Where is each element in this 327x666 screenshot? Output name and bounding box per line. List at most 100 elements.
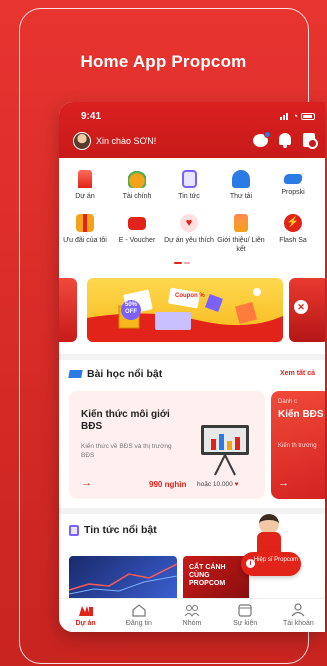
house-post-icon bbox=[131, 603, 147, 617]
signal-icon bbox=[279, 112, 290, 120]
promo-illustration bbox=[87, 287, 283, 342]
category-label: Ưu đãi của tôi bbox=[63, 237, 107, 244]
news-chart-image bbox=[69, 563, 177, 595]
course-card-next[interactable]: Dành c Kiến BĐS Kiến th trường → bbox=[271, 391, 325, 499]
calendar-icon bbox=[237, 603, 253, 617]
status-icons: ◔ bbox=[279, 111, 315, 121]
battery-icon bbox=[301, 112, 315, 120]
course-price: 990 nghìn bbox=[149, 480, 187, 489]
lessons-title-text: Bài học nổi bật bbox=[87, 368, 163, 380]
group-icon bbox=[184, 603, 200, 617]
category-du-an[interactable]: Dự án bbox=[59, 170, 111, 201]
bottom-tab-bar: Dự án Đăng tin Nhóm Sự kiện Tài khoản bbox=[59, 598, 325, 632]
banner-prev[interactable] bbox=[59, 278, 77, 342]
tab-label: Nhóm bbox=[182, 620, 202, 627]
category-label: Propski bbox=[281, 189, 305, 196]
phone-screen: 9:41 ◔ Xin chào SƠN! Dự án Tài chính Tin… bbox=[59, 102, 325, 632]
see-all-link[interactable]: Xem tất cả bbox=[280, 370, 315, 377]
tab-nhom[interactable]: Nhóm bbox=[165, 599, 218, 632]
money-bag-icon bbox=[128, 170, 146, 188]
side-card-title: Kiến BĐS bbox=[278, 409, 324, 420]
flash-sale-icon: ⚡ bbox=[284, 214, 302, 232]
coupon-label: Coupon % bbox=[175, 293, 205, 299]
lessons-section-title: Bài học nổi bật bbox=[68, 368, 163, 380]
graduation-cap-icon bbox=[283, 174, 303, 184]
avatar[interactable] bbox=[73, 132, 91, 150]
category-label: E - Voucher bbox=[118, 237, 156, 244]
category-label: Dự án yêu thích bbox=[164, 237, 214, 244]
tab-du-an[interactable]: Dự án bbox=[59, 599, 112, 632]
help-floating-button[interactable]: i Hiệp sĩ Propcom bbox=[241, 552, 301, 576]
building-icon bbox=[78, 170, 92, 188]
heart-icon: ♥ bbox=[180, 214, 198, 232]
category-pager[interactable] bbox=[174, 262, 190, 264]
course-alt-price: hoặc 10.000 ♥ bbox=[197, 481, 239, 488]
category-thu-tai[interactable]: Thư tải bbox=[215, 170, 267, 201]
arrow-right-icon[interactable]: → bbox=[81, 477, 92, 489]
greeting-text: Xin chào SƠN! bbox=[96, 136, 157, 146]
gift-icon bbox=[76, 214, 94, 232]
news-title-text: Tin tức nổi bật bbox=[84, 524, 157, 536]
tab-dang-tin[interactable]: Đăng tin bbox=[112, 599, 165, 632]
category-propski[interactable]: Propski bbox=[267, 170, 319, 201]
discount-badge: 50% OFF bbox=[124, 302, 137, 315]
news-card-2[interactable]: CẤT CÁNH CÙNG PROPCOM bbox=[183, 556, 249, 598]
tab-tai-khoan[interactable]: Tài khoản bbox=[272, 599, 325, 632]
section-divider bbox=[59, 508, 325, 514]
category-label: Flash Sa bbox=[279, 237, 307, 244]
category-label: Tài chính bbox=[122, 193, 152, 200]
chat-icon[interactable] bbox=[253, 131, 271, 148]
document-settings-icon[interactable] bbox=[301, 132, 318, 149]
presentation-board-icon bbox=[201, 425, 249, 476]
section-divider bbox=[59, 354, 325, 360]
side-card-description: Kiến th trường bbox=[278, 443, 317, 449]
close-circle-icon: ✕ bbox=[294, 300, 308, 314]
category-row-2: Ưu đãi của tôi E - Voucher ♥ Dự án yêu t… bbox=[59, 214, 319, 254]
header-actions bbox=[253, 131, 318, 149]
category-flash-sale[interactable]: ⚡ Flash Sa bbox=[267, 214, 319, 254]
news-card-1[interactable] bbox=[69, 556, 177, 598]
category-du-an-yeu-thich[interactable]: ♥ Dự án yêu thích bbox=[163, 214, 215, 254]
status-time: 9:41 bbox=[81, 111, 102, 122]
arrow-right-icon[interactable]: → bbox=[278, 477, 289, 489]
graduation-cap-icon bbox=[68, 370, 83, 378]
tab-label: Đăng tin bbox=[125, 620, 152, 627]
home-logo-icon bbox=[78, 603, 94, 617]
info-icon: i bbox=[246, 559, 255, 568]
news-section-title: Tin tức nổi bật bbox=[69, 524, 157, 536]
tab-label: Sự kiện bbox=[233, 620, 258, 627]
person-icon bbox=[290, 603, 306, 617]
help-label: Hiệp sĩ Propcom bbox=[253, 557, 299, 563]
promo-banner[interactable]: 50% OFF Coupon % bbox=[87, 278, 283, 342]
course-card[interactable]: Kiến thức môi giới BĐS Kiến thức về BĐS … bbox=[69, 391, 265, 499]
news-icon bbox=[69, 524, 79, 536]
frame-title: Home App Propcom bbox=[80, 52, 247, 71]
tab-label: Tài khoản bbox=[283, 620, 314, 627]
category-label: Dự án bbox=[75, 193, 95, 200]
category-tin-tuc[interactable]: Tin tức bbox=[163, 170, 215, 201]
category-label: Tin tức bbox=[178, 193, 200, 200]
tab-label: Dự án bbox=[75, 620, 96, 627]
bell-icon[interactable] bbox=[277, 132, 293, 148]
tab-su-kien[interactable]: Sự kiện bbox=[219, 599, 272, 632]
download-folder-icon bbox=[232, 170, 250, 188]
news-card-2-text: CẤT CÁNH CÙNG PROPCOM bbox=[189, 564, 226, 587]
category-uu-dai[interactable]: Ưu đãi của tôi bbox=[59, 214, 111, 254]
wifi-icon: ◔ bbox=[292, 111, 298, 121]
category-e-voucher[interactable]: E - Voucher bbox=[111, 214, 163, 254]
category-label: Giới thiệu/ Liên kết bbox=[217, 237, 265, 253]
category-label: Thư tải bbox=[229, 193, 253, 200]
app-header: 9:41 ◔ Xin chào SƠN! bbox=[59, 102, 325, 158]
category-gioi-thieu[interactable]: Giới thiệu/ Liên kết bbox=[215, 214, 267, 254]
course-title: Kiến thức môi giới BĐS bbox=[81, 409, 170, 432]
course-description: Kiến thức về BĐS và thị trường BĐS bbox=[81, 443, 172, 459]
mascot-character bbox=[255, 514, 283, 554]
category-row-1: Dự án Tài chính Tin tức Thư tải Propski bbox=[59, 170, 319, 201]
promo-banner-carousel[interactable]: 50% OFF Coupon % ✕ bbox=[59, 278, 325, 342]
news-icon bbox=[181, 170, 197, 188]
category-tai-chinh[interactable]: Tài chính bbox=[111, 170, 163, 201]
home-content: Dự án Tài chính Tin tức Thư tải Propski bbox=[59, 158, 325, 632]
voucher-icon bbox=[128, 217, 146, 230]
banner-next[interactable]: ✕ bbox=[289, 278, 325, 342]
heart-coin-icon: ♥ bbox=[234, 481, 239, 488]
